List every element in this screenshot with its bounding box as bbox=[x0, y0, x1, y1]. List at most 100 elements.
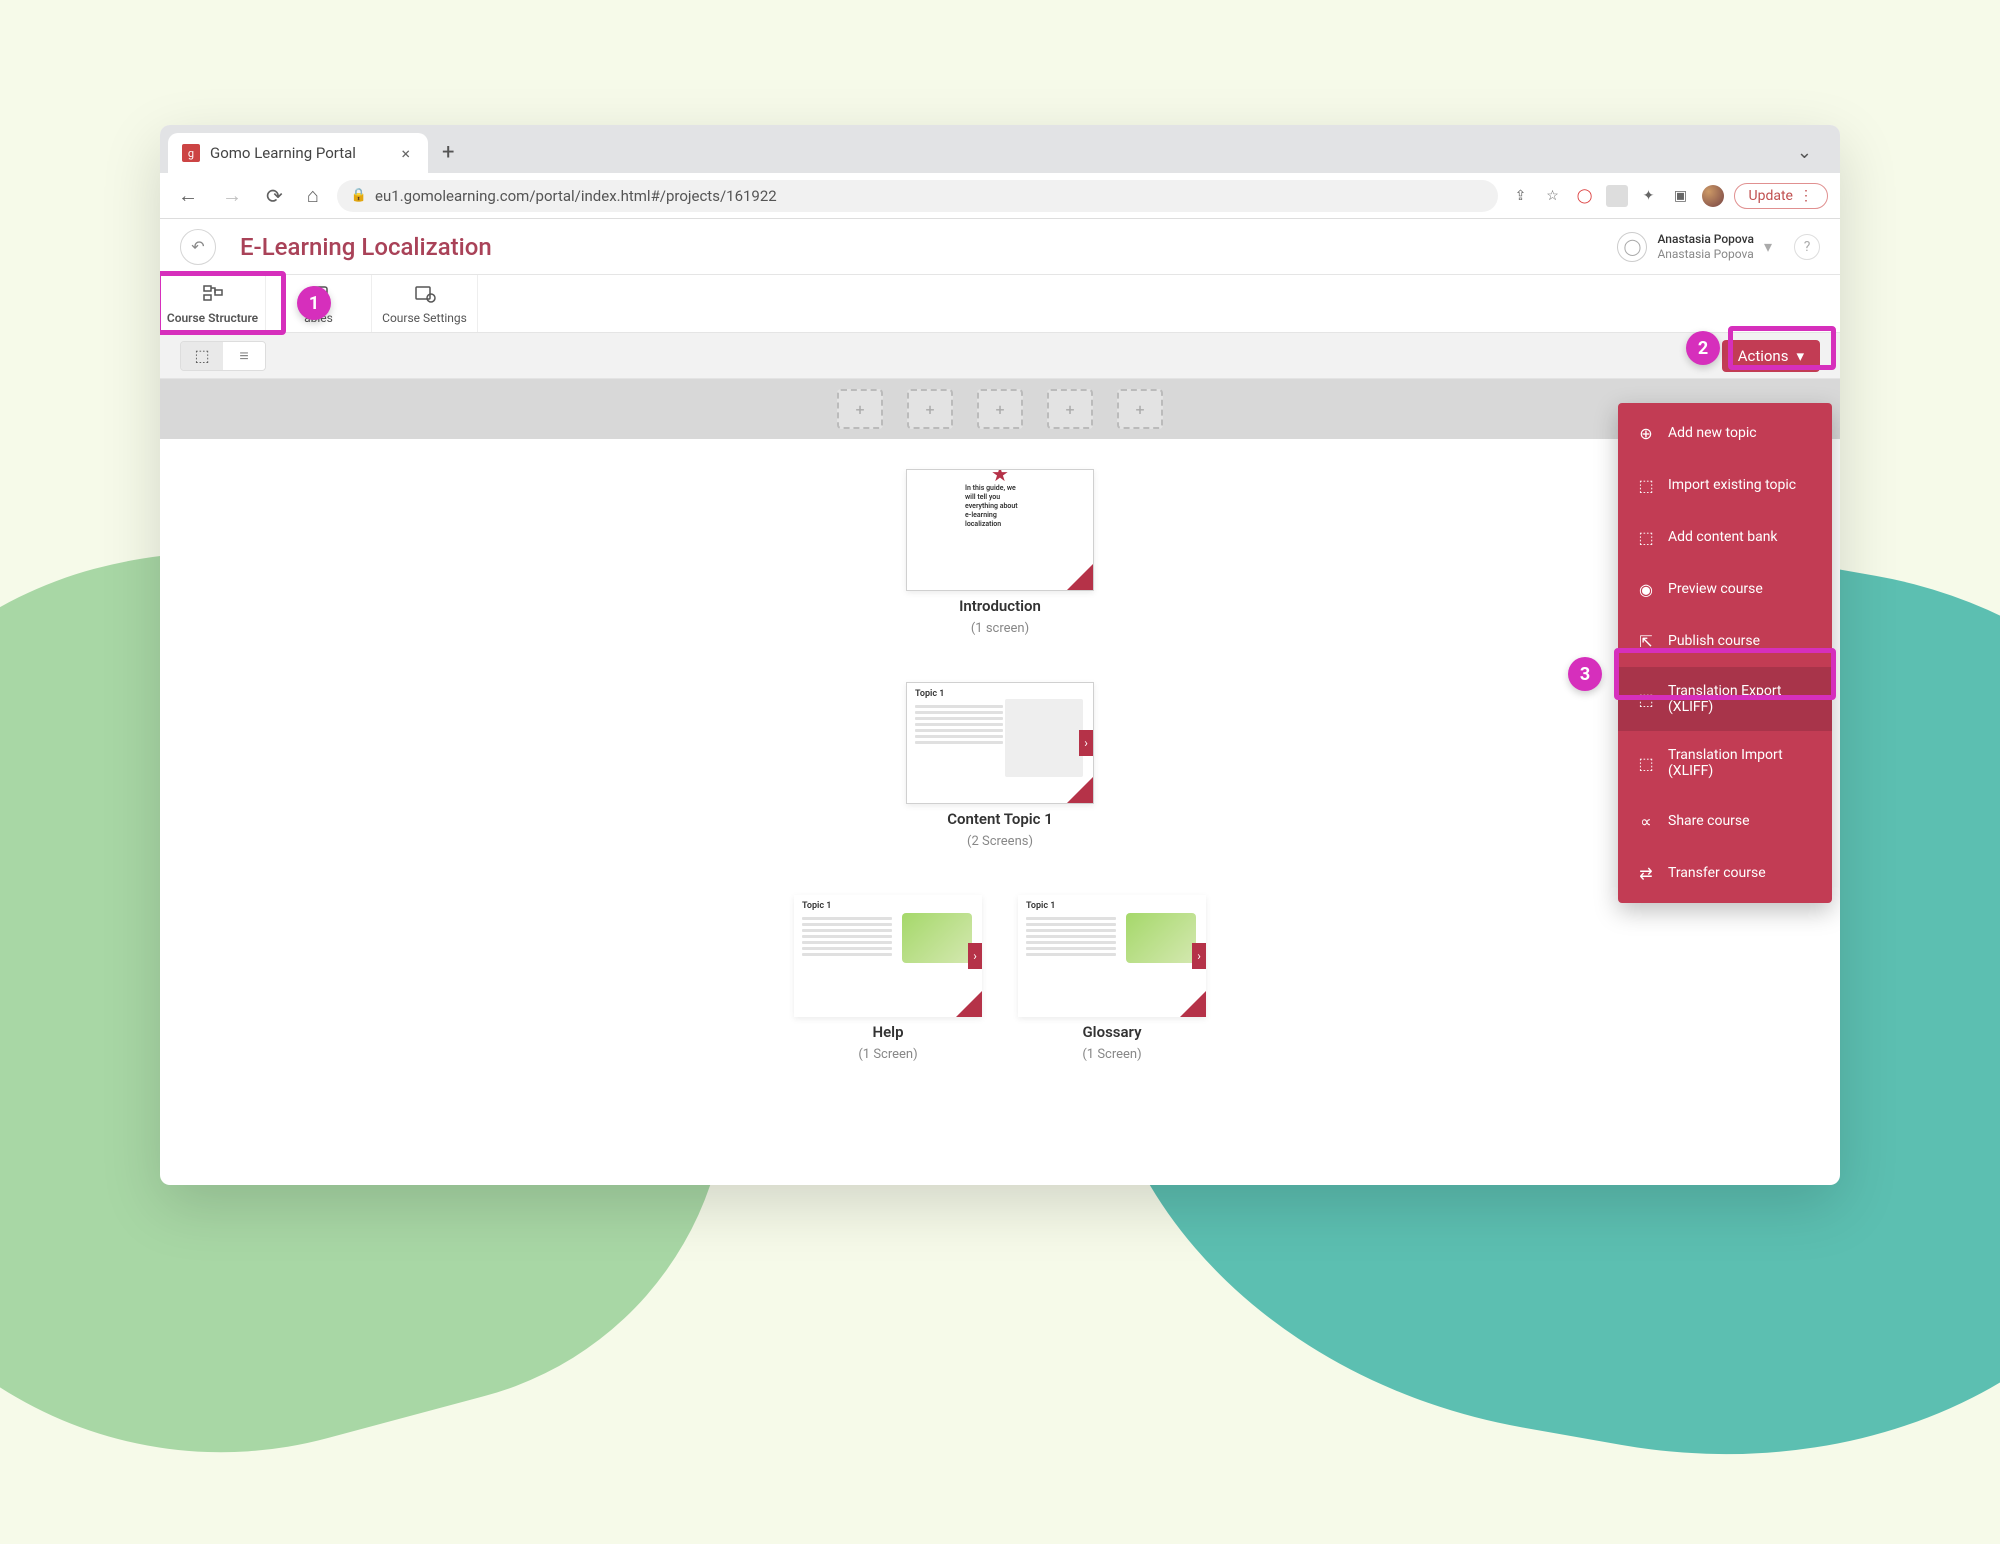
topic-sub: (1 Screen) bbox=[858, 1047, 917, 1062]
topic-row: Topic 1 › Help (1 Screen) Topic 1 › Glos… bbox=[160, 895, 1840, 1062]
panel-icon[interactable]: ▣ bbox=[1670, 185, 1692, 207]
thumb-title: Topic 1 bbox=[1026, 901, 1055, 911]
help-icon[interactable]: ? bbox=[1794, 234, 1820, 260]
user-chip[interactable]: ◯ Anastasia Popova Anastasia Popova ▾ ? bbox=[1617, 232, 1820, 262]
tab-course-settings[interactable]: Course Settings bbox=[372, 275, 478, 332]
menu-label: Transfer course bbox=[1668, 865, 1766, 881]
page-title: E-Learning Localization bbox=[240, 233, 492, 261]
topic-thumb: Topic 1 › bbox=[1018, 895, 1206, 1017]
menu-share-course[interactable]: ∝ Share course bbox=[1618, 795, 1832, 847]
menu-translation-import[interactable]: ⬚ Translation Import (XLIFF) bbox=[1618, 731, 1832, 795]
structure-canvas: ★ In this guide, we will tell you everyt… bbox=[160, 439, 1840, 1148]
import-topic-icon: ⬚ bbox=[1636, 475, 1656, 495]
thumb-title: Topic 1 bbox=[915, 689, 944, 699]
reload-icon[interactable]: ⟳ bbox=[260, 180, 289, 212]
menu-label: Share course bbox=[1668, 813, 1750, 829]
tab-label: Course Settings bbox=[382, 311, 467, 325]
add-slot[interactable]: + bbox=[977, 389, 1023, 429]
back-icon[interactable]: ← bbox=[172, 179, 204, 212]
tab-course-structure[interactable]: Course Structure bbox=[160, 275, 266, 332]
add-slot[interactable]: + bbox=[907, 389, 953, 429]
extension-icon-2[interactable] bbox=[1606, 185, 1628, 207]
menu-import-existing-topic[interactable]: ⬚ Import existing topic bbox=[1618, 459, 1832, 511]
share-icon[interactable]: ⇪ bbox=[1510, 185, 1532, 207]
topic-card-help[interactable]: Topic 1 › Help (1 Screen) bbox=[794, 895, 982, 1062]
user-name: Anastasia Popova bbox=[1657, 232, 1754, 246]
tab-title: Gomo Learning Portal bbox=[210, 144, 356, 162]
update-button[interactable]: Update ⋮ bbox=[1734, 183, 1828, 209]
view-toggle: ⬚ ≡ bbox=[180, 341, 266, 371]
actions-button[interactable]: Actions ▾ bbox=[1722, 340, 1820, 372]
menu-add-new-topic[interactable]: ⊕ Add new topic bbox=[1618, 407, 1832, 459]
topic-card-content1[interactable]: Topic 1 › Content Topic 1 (2 Screens) bbox=[906, 682, 1094, 849]
extension-icon[interactable]: ◯ bbox=[1574, 185, 1596, 207]
address-bar[interactable]: 🔒 eu1.gomolearning.com/portal/index.html… bbox=[337, 180, 1498, 212]
topic-name: Glossary bbox=[1082, 1023, 1141, 1041]
menu-publish-course[interactable]: ⇱ Publish course bbox=[1618, 615, 1832, 667]
thumb-lines bbox=[1026, 917, 1116, 959]
menu-label: Add content bank bbox=[1668, 529, 1778, 545]
browser-tab-active[interactable]: g Gomo Learning Portal × bbox=[168, 133, 428, 173]
caret-down-icon: ▾ bbox=[1796, 347, 1804, 365]
browser-toolbar: ← → ⟳ ⌂ 🔒 eu1.gomolearning.com/portal/in… bbox=[160, 173, 1840, 219]
import-icon: ⬚ bbox=[1636, 753, 1656, 773]
toolbar-right: ⇪ ☆ ◯ ✦ ▣ Update ⋮ bbox=[1510, 183, 1828, 209]
structure-icon bbox=[201, 283, 225, 307]
settings-icon bbox=[413, 283, 437, 307]
eye-icon: ◉ bbox=[1636, 579, 1656, 599]
menu-transfer-course[interactable]: ⇄ Transfer course bbox=[1618, 847, 1832, 899]
publish-icon: ⇱ bbox=[1636, 631, 1656, 651]
user-names: Anastasia Popova Anastasia Popova bbox=[1657, 232, 1754, 261]
tab-overflow-icon[interactable]: ⌄ bbox=[1777, 132, 1832, 173]
view-list-icon[interactable]: ≡ bbox=[223, 342, 265, 370]
thumb-lines bbox=[802, 917, 892, 959]
add-slot[interactable]: + bbox=[1047, 389, 1093, 429]
thumb-image bbox=[902, 913, 972, 963]
menu-preview-course[interactable]: ◉ Preview course bbox=[1618, 563, 1832, 615]
puzzle-icon[interactable]: ✦ bbox=[1638, 185, 1660, 207]
next-arrow-icon: › bbox=[1192, 943, 1206, 969]
topic-row: ★ In this guide, we will tell you everyt… bbox=[160, 469, 1840, 636]
topic-name: Introduction bbox=[959, 597, 1041, 615]
menu-translation-export[interactable]: ⬚ Translation Export (XLIFF) bbox=[1618, 667, 1832, 731]
browser-tab-strip: g Gomo Learning Portal × + ⌄ bbox=[160, 125, 1840, 173]
topic-thumb: Topic 1 › bbox=[906, 682, 1094, 804]
menu-label: Preview course bbox=[1668, 581, 1763, 597]
update-label: Update bbox=[1749, 188, 1793, 204]
add-slot[interactable]: + bbox=[837, 389, 883, 429]
new-tab-button[interactable]: + bbox=[428, 132, 468, 173]
back-round-button[interactable]: ↶ bbox=[180, 229, 216, 265]
menu-add-content-bank[interactable]: ⬚ Add content bank bbox=[1618, 511, 1832, 563]
close-tab-icon[interactable]: × bbox=[397, 144, 414, 163]
annotation-badge-3: 3 bbox=[1568, 657, 1602, 691]
forward-icon[interactable]: → bbox=[216, 179, 248, 212]
add-slot-row: + + + + + bbox=[160, 379, 1840, 439]
topic-card-introduction[interactable]: ★ In this guide, we will tell you everyt… bbox=[906, 469, 1094, 636]
mode-tabs: Course Structure ables Course Settings 1 bbox=[160, 275, 1840, 333]
view-tree-icon[interactable]: ⬚ bbox=[181, 342, 223, 370]
menu-label: Import existing topic bbox=[1668, 477, 1796, 493]
annotation-badge-1: 1 bbox=[297, 286, 331, 320]
content-bank-icon: ⬚ bbox=[1636, 527, 1656, 547]
user-sub: Anastasia Popova bbox=[1657, 247, 1754, 261]
profile-avatar-icon[interactable] bbox=[1702, 185, 1724, 207]
avatar-icon: ◯ bbox=[1617, 232, 1647, 262]
plus-circle-icon: ⊕ bbox=[1636, 423, 1656, 443]
next-arrow-icon: › bbox=[1079, 730, 1093, 756]
thumb-title: Topic 1 bbox=[802, 901, 831, 911]
home-icon[interactable]: ⌂ bbox=[301, 179, 325, 212]
topic-sub: (1 screen) bbox=[971, 621, 1029, 636]
export-icon: ⬚ bbox=[1636, 689, 1656, 709]
topic-name: Content Topic 1 bbox=[947, 810, 1053, 828]
view-bar: ⬚ ≡ Actions ▾ bbox=[160, 333, 1840, 379]
menu-label: Translation Import (XLIFF) bbox=[1668, 747, 1814, 779]
thumb-placeholder bbox=[1005, 699, 1083, 777]
topic-card-glossary[interactable]: Topic 1 › Glossary (1 Screen) bbox=[1018, 895, 1206, 1062]
star-icon[interactable]: ☆ bbox=[1542, 185, 1564, 207]
topic-name: Help bbox=[872, 1023, 903, 1041]
thumb-image bbox=[1126, 913, 1196, 963]
menu-label: Add new topic bbox=[1668, 425, 1757, 441]
topic-thumb: ★ In this guide, we will tell you everyt… bbox=[906, 469, 1094, 591]
intro-preview-text: In this guide, we will tell you everythi… bbox=[965, 484, 1025, 529]
add-slot[interactable]: + bbox=[1117, 389, 1163, 429]
